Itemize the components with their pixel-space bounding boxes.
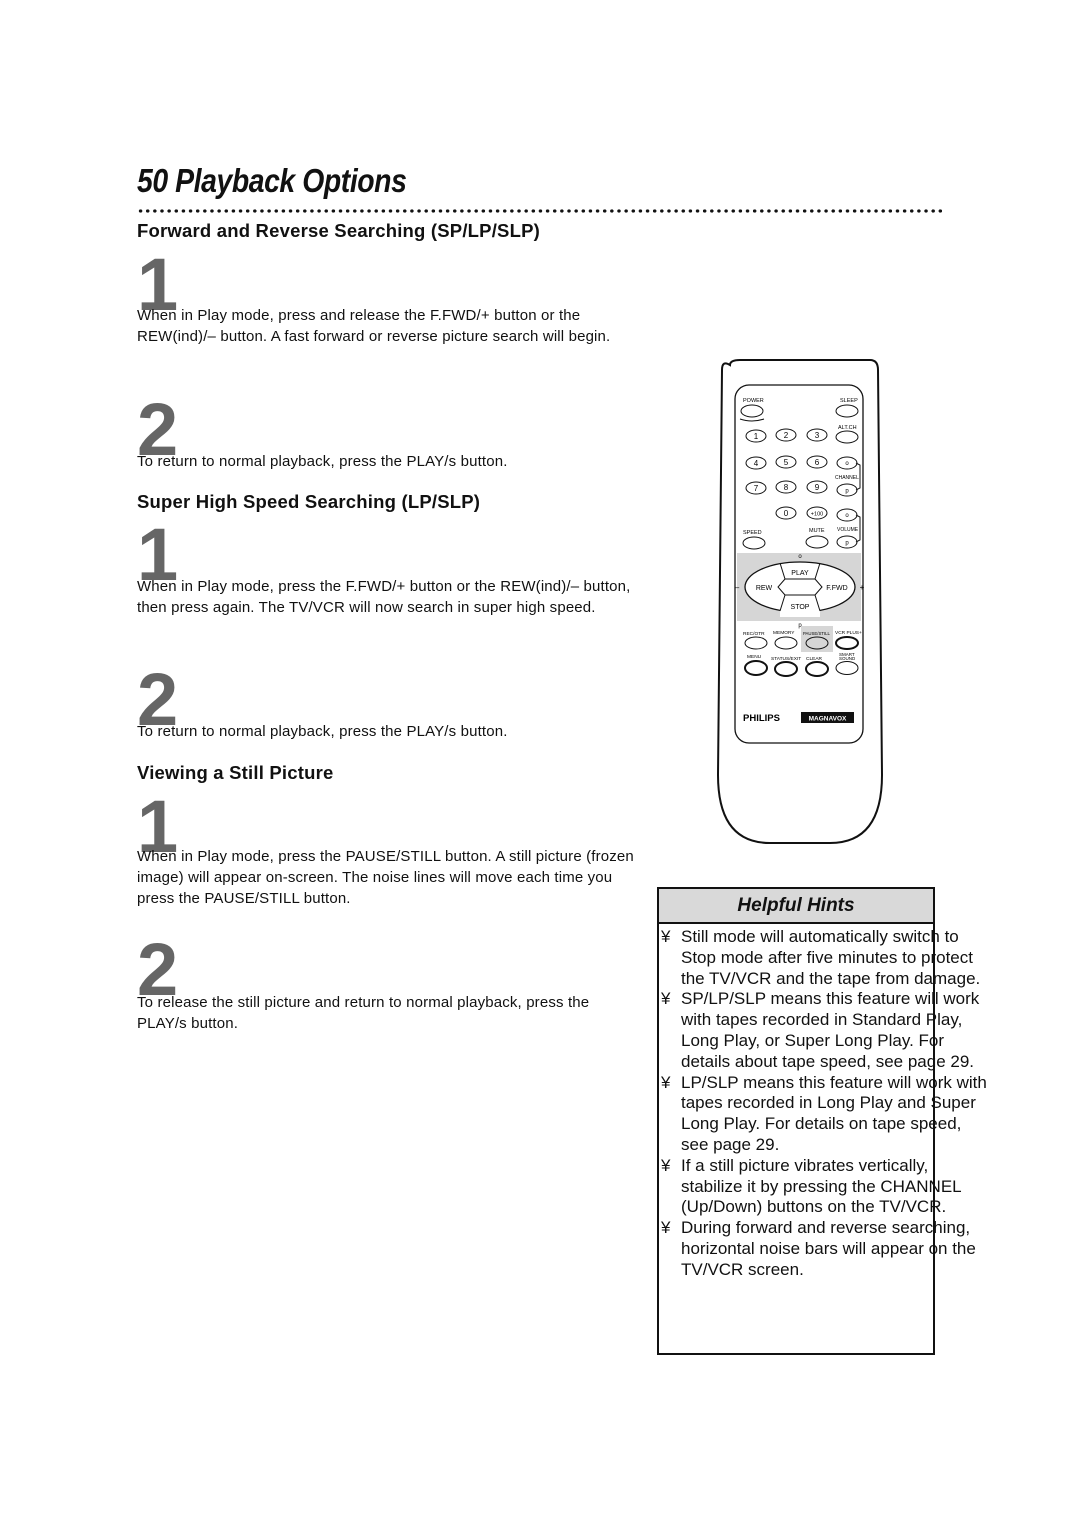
hint-item: ¥ SP/LP/SLP means this feature will work … [661,989,991,1072]
alt-ch-button [835,430,859,444]
step-text: When in Play mode, press the PAUSE/STILL… [137,848,634,907]
hint-text: SP/LP/SLP means this feature will work w… [681,989,980,1071]
smart-sound-label-2: SOUND [839,656,856,661]
stop-label: STOP [791,604,810,611]
memory-label: MEMORY [773,630,795,636]
bullet-icon: ¥ [661,1155,671,1175]
helpful-hints-list: ¥ Still mode will automatically switch to… [661,927,991,1281]
bullet-icon: ¥ [661,927,671,946]
key-6-label: 6 [815,458,820,467]
ffwd-label: F.FWD [826,585,847,592]
hint-text: Still mode will automatically switch to … [681,927,981,988]
philips-logo: PHILIPS [743,713,780,724]
rec-otr-button [744,636,768,650]
key-5-label: 5 [784,458,789,467]
step-text: To return to normal playback, press the … [137,723,508,740]
power-button [740,404,764,418]
power-label: POWER [743,398,764,404]
memory-button [774,636,798,650]
menu-button [744,660,768,676]
status-exit-button [774,661,798,677]
key-plus100-label: +100 [811,512,823,518]
clear-button [805,661,829,677]
channel-label: CHANNEL [835,475,859,481]
key-3-label: 3 [815,431,820,440]
step-text: When in Play mode, press the F.FWD/+ but… [137,578,631,616]
key-4-label: 4 [754,459,759,468]
step-text: To release the still picture and return … [137,994,590,1032]
key-9-label: 9 [815,483,820,492]
hint-text: LP/SLP means this feature will work with… [681,1072,987,1154]
step-text: To return to normal playback, press the … [137,453,508,470]
section-heading-forward-reverse: Forward and Reverse Searching (SP/LP/SLP… [137,220,540,241]
pause-still-button [805,636,829,650]
page-title: 50 Playback Options [137,162,407,199]
speed-label: SPEED [743,530,762,536]
key-7-label: 7 [754,484,759,493]
hint-text: If a still picture vibrates vertically, … [681,1155,961,1217]
bullet-icon: ¥ [661,989,671,1009]
helpful-hints-title: Helpful Hints [659,889,933,924]
vcr-plus-label: VCR PLUS+ [835,630,862,636]
plus-label: + [860,583,865,592]
alt-ch-label: ALT.CH [838,425,857,431]
hint-item: ¥ During forward and reverse searching, h… [661,1218,991,1280]
key-8-label: 8 [784,483,789,492]
smart-sound-button [835,661,859,675]
menu-label: MENU [747,654,762,660]
bullet-icon: ¥ [661,1072,671,1092]
hint-item: ¥ Still mode will automatically switch to… [661,927,991,989]
bullet-icon: ¥ [661,1218,671,1238]
clear-label: CLEAR [806,656,823,662]
mute-button [805,535,829,549]
volume-label: VOLUME [837,527,859,533]
play-label: PLAY [791,570,809,577]
sleep-label: SLEEP [840,398,858,404]
key-2-label: 2 [784,431,789,440]
mute-label: MUTE [809,528,825,534]
hint-item: ¥ LP/SLP means this feature will work wit… [661,1073,991,1156]
magnavox-logo: MAGNAVOX [809,716,847,723]
section-heading-still-picture: Viewing a Still Picture [137,762,334,783]
hint-item: ¥ If a still picture vibrates vertically,… [661,1156,991,1218]
step-text: When in Play mode, press and release the… [137,307,611,345]
remote-control-illustration: POWER SLEEP ALT.CH 1 2 3 4 5 6 7 8 9 0 +… [716,359,884,844]
speed-button [742,536,766,550]
vcr-plus-button [835,636,859,650]
sleep-button [835,404,859,418]
minus-label: – [735,583,740,592]
rew-label: REW [756,585,773,592]
section-heading-super-high-speed: Super High Speed Searching (LP/SLP) [137,491,481,512]
key-1-label: 1 [754,432,759,441]
hint-text: During forward and reverse searching, ho… [681,1218,976,1279]
dotted-divider [137,208,942,214]
rec-otr-label: REC/OTR [743,631,765,637]
key-0-label: 0 [784,509,789,518]
pause-still-label: PAUSE/STILL [803,631,831,636]
